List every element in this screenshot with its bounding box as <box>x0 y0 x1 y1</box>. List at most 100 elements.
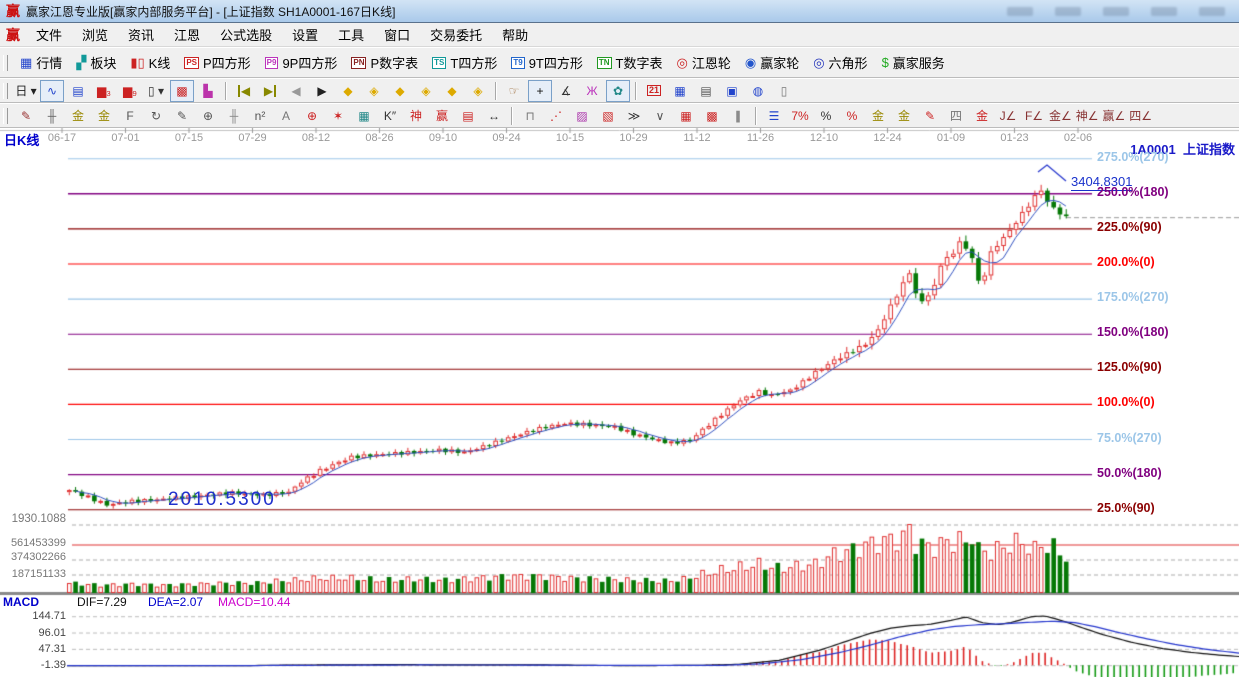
toolbar-button-kline[interactable]: ▮▯K线 <box>123 50 177 75</box>
star-grid-button[interactable]: ✶ <box>326 105 350 127</box>
last-page-button[interactable]: ▶ <box>258 80 282 102</box>
kline-period-select-button[interactable]: 日 ▾ <box>14 80 38 102</box>
four-shape-button[interactable]: 四 <box>944 105 968 127</box>
menu-item-江恩[interactable]: 江恩 <box>164 23 210 46</box>
pct-seven-button[interactable]: 7% <box>788 105 812 127</box>
gann-shape-tool-button[interactable]: Ж <box>580 80 604 102</box>
menu-item-帮助[interactable]: 帮助 <box>492 23 538 46</box>
calculator-button[interactable]: ▦ <box>668 80 692 102</box>
pct-tool-button[interactable]: % <box>814 105 838 127</box>
gold-level-button[interactable]: 金 <box>892 105 916 127</box>
zigzag-view-button[interactable]: ∿ <box>40 80 64 102</box>
gold-grid-a-button[interactable]: 金 <box>66 105 90 127</box>
pen-bars-button[interactable]: ✎ <box>918 105 942 127</box>
toolbar-grip[interactable] <box>3 55 8 71</box>
ray-tool-button[interactable]: ≫ <box>622 105 646 127</box>
gold-angle-button[interactable]: 金∠ <box>1048 105 1073 127</box>
f-angle-button[interactable]: F∠ <box>1022 105 1046 127</box>
menu-item-浏览[interactable]: 浏览 <box>72 23 118 46</box>
toolbar-button-p-number-table[interactable]: PNP数字表 <box>344 50 425 75</box>
bars-3-button[interactable]: ▆₃ <box>92 80 116 102</box>
pen-tool-button[interactable]: ✎ <box>14 105 38 127</box>
toolbar-separator <box>225 82 227 100</box>
save-button[interactable]: ▣ <box>720 80 744 102</box>
circle-grid-button[interactable]: ⊕ <box>196 105 220 127</box>
circle-cross-button[interactable]: ⊕ <box>300 105 324 127</box>
red-grid-b-button[interactable]: ▩ <box>700 105 724 127</box>
spiral-tool-button[interactable]: ↻ <box>144 105 168 127</box>
fan-box-a-button[interactable]: ▨ <box>570 105 594 127</box>
brain-tool-button[interactable]: ✿ <box>606 80 630 102</box>
gann-line-grid-button[interactable]: ╫ <box>40 105 64 127</box>
hand-tool-button[interactable]: ☞ <box>502 80 526 102</box>
pen-grid-button[interactable]: ✎ <box>170 105 194 127</box>
menu-item-公式选股[interactable]: 公式选股 <box>210 23 282 46</box>
toolbar-button-hexagon[interactable]: ◎六角形 <box>806 50 874 75</box>
menu-item-工具[interactable]: 工具 <box>328 23 374 46</box>
menu-item-设置[interactable]: 设置 <box>282 23 328 46</box>
four-angle-button[interactable]: 四∠ <box>1128 105 1153 127</box>
gold-circle-icon: 金 <box>872 110 884 122</box>
diamond-star-button[interactable]: ◆ <box>440 80 464 102</box>
angle-tool-button[interactable]: ∡ <box>554 80 578 102</box>
crosshair-tool-button[interactable]: + <box>528 80 552 102</box>
net-grid-button[interactable]: ▦ <box>352 105 376 127</box>
toolbar-grip[interactable] <box>3 108 8 124</box>
workstation-button[interactable]: ▯ <box>772 80 796 102</box>
menu-item-交易委托[interactable]: 交易委托 <box>420 23 492 46</box>
measure-tool-button[interactable]: ↔ <box>482 105 506 127</box>
toolbar-button-t-square[interactable]: TST四方形 <box>425 50 504 75</box>
pattern-view-button[interactable]: ▩ <box>170 80 194 102</box>
candle-style-select-button[interactable]: ▯ ▾ <box>144 80 168 102</box>
gold-grid-b-button[interactable]: 金 <box>92 105 116 127</box>
menu-item-文件[interactable]: 文件 <box>26 23 72 46</box>
notes-button[interactable]: ▤ <box>694 80 718 102</box>
first-page-button[interactable]: ◀ <box>232 80 256 102</box>
save-web-button[interactable]: ◍ <box>746 80 770 102</box>
red-grid-a-button[interactable]: ▦ <box>674 105 698 127</box>
diamond-cross-button[interactable]: ◈ <box>414 80 438 102</box>
toolbar-button-9t-square[interactable]: T99T四方形 <box>504 50 590 75</box>
diamond-left-button[interactable]: ◆ <box>336 80 360 102</box>
toolbar-button-winner-wheel[interactable]: ◉赢家轮 <box>738 50 806 75</box>
n2-grid-button[interactable]: n² <box>248 105 272 127</box>
diamond-right-button[interactable]: ◈ <box>362 80 386 102</box>
toolbar-button-sectors[interactable]: ▞板块 <box>69 50 123 75</box>
ying-angle-button[interactable]: 赢∠ <box>1102 105 1127 127</box>
toolbar-button-9p-square[interactable]: P99P四方形 <box>258 50 345 75</box>
toolbar-button-winner-service[interactable]: $赢家服务 <box>875 50 952 75</box>
diamond-both-button[interactable]: ◆ <box>388 80 412 102</box>
info-note-button[interactable]: ▤ <box>66 80 90 102</box>
fan-box-b-button[interactable]: ▧ <box>596 105 620 127</box>
box-tool-button[interactable]: ⊓ <box>518 105 542 127</box>
bars-9-button[interactable]: ▆₉ <box>118 80 142 102</box>
diamond-all-button[interactable]: ◈ <box>466 80 490 102</box>
parallel-tool-button[interactable]: ∥ <box>726 105 750 127</box>
ying-grid-button[interactable]: 赢 <box>430 105 454 127</box>
page-prev-button[interactable]: ◀ <box>284 80 308 102</box>
toolbar-button-t-number-table[interactable]: TNT数字表 <box>590 50 670 75</box>
toolbar-button-quotes[interactable]: ▦行情 <box>13 50 69 75</box>
toolbar-button-p-square[interactable]: PSP四方形 <box>177 50 257 75</box>
gann-fan-button[interactable]: ⋰ <box>544 105 568 127</box>
ruler-grid-button[interactable]: ▤ <box>456 105 480 127</box>
menu-item-窗口[interactable]: 窗口 <box>374 23 420 46</box>
j-angle-button[interactable]: J∠ <box>996 105 1020 127</box>
wave-tool-button[interactable]: ∨ <box>648 105 672 127</box>
calendar-button[interactable]: 21 <box>642 80 666 102</box>
f-grid-button[interactable]: F <box>118 105 142 127</box>
gold-underline-button[interactable]: 金 <box>970 105 994 127</box>
level-bars-button[interactable]: ☰ <box>762 105 786 127</box>
pct-line-button[interactable]: % <box>840 105 864 127</box>
page-next-button[interactable]: ▶ <box>310 80 334 102</box>
menu-item-资讯[interactable]: 资讯 <box>118 23 164 46</box>
mirror-angle-button[interactable]: A <box>274 105 298 127</box>
k-mark-button[interactable]: K″ <box>378 105 402 127</box>
shen-angle-button[interactable]: 神∠ <box>1075 105 1100 127</box>
shen-grid-button[interactable]: 神 <box>404 105 428 127</box>
toolbar-button-gann-wheel[interactable]: ◎江恩轮 <box>669 50 737 75</box>
line-grid-button[interactable]: ╫ <box>222 105 246 127</box>
toolbar-grip[interactable] <box>3 83 8 99</box>
color-histogram-button[interactable]: ▙ <box>196 80 220 102</box>
gold-circle-button[interactable]: 金 <box>866 105 890 127</box>
